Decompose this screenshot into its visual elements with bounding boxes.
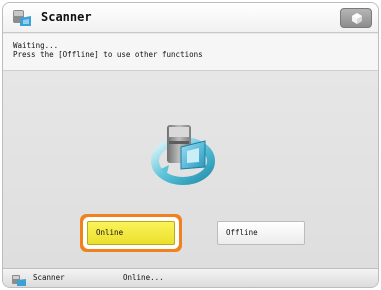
footer-status-text: Online... bbox=[123, 273, 164, 282]
settings-button[interactable] bbox=[340, 8, 372, 28]
scanner-icon bbox=[11, 272, 27, 286]
status-line-2: Press the [Offline] to use other functio… bbox=[13, 50, 203, 59]
footer-app-label: Scanner bbox=[33, 273, 65, 282]
scanner-icon bbox=[11, 8, 33, 28]
status-area: Waiting... Press the [Offline] to use ot… bbox=[3, 34, 378, 71]
title-bar: Scanner bbox=[3, 3, 378, 33]
offline-button[interactable]: Offline bbox=[217, 221, 305, 245]
online-button[interactable]: Online bbox=[87, 221, 175, 245]
main-content: Online Offline bbox=[3, 71, 378, 270]
scanner-network-icon bbox=[143, 111, 223, 191]
scanner-screen: Scanner Waiting... Press the [Offline] t… bbox=[2, 2, 379, 288]
window-title: Scanner bbox=[41, 10, 92, 24]
status-line-1: Waiting... bbox=[13, 41, 59, 50]
bottom-status-bar: Scanner Online... bbox=[3, 268, 378, 287]
